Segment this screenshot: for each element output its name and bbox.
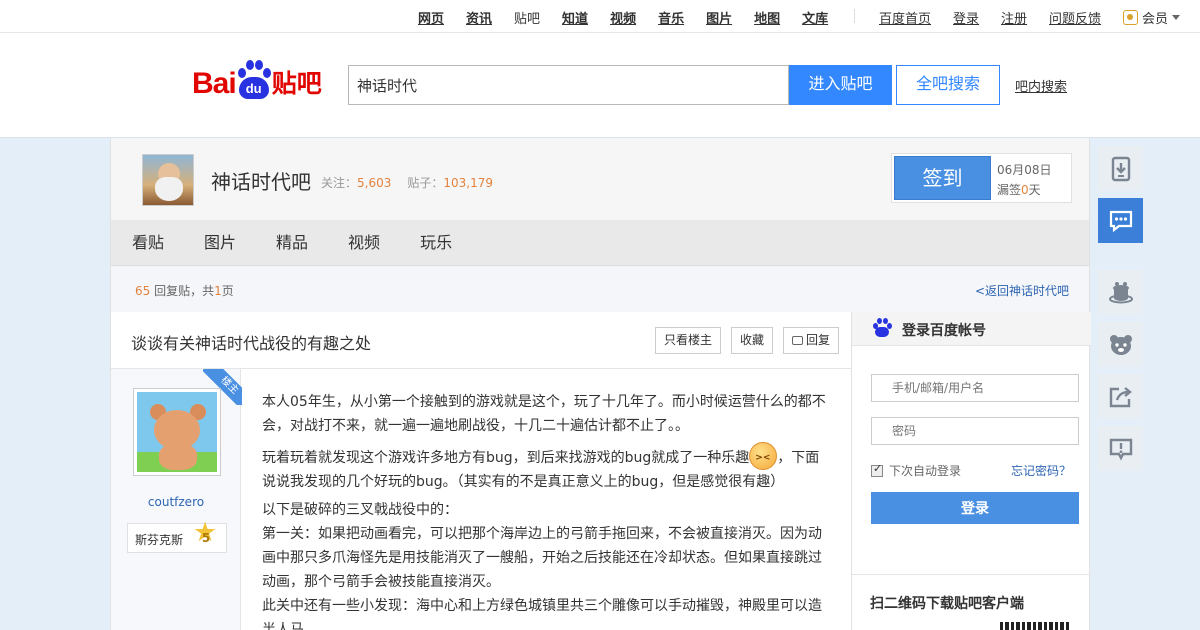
nav-web[interactable]: 网页 xyxy=(418,8,444,27)
forum-header: 神话时代吧 关注：5,603 贴子：103,179 签到 06月08日 漏签0天 xyxy=(110,138,1090,220)
posts-count: 103,179 xyxy=(443,176,494,190)
tab-images[interactable]: 图片 xyxy=(204,220,236,265)
reply-button[interactable]: 回复 xyxy=(783,327,840,354)
chat-bubble-icon xyxy=(1109,210,1132,232)
login-sidebar: 登录百度帐号 下次自动登录 忘记密码？ 登录 扫二维码下载贴吧客户端 xyxy=(851,312,1091,630)
report-icon xyxy=(1109,438,1132,461)
search-input[interactable] xyxy=(348,65,789,105)
forum-avatar[interactable] xyxy=(142,154,194,206)
post-paragraph: 玩着玩着就发现这个游戏许多地方有bug，到后来找游戏的bug就成了一种乐趣，下面… xyxy=(262,442,832,494)
post-main: 谈谈有关神话时代战役的有趣之处 只看楼主 收藏 回复 楼主 coutfzero … xyxy=(110,312,852,630)
missed-sign-days: 漏签0天 xyxy=(997,183,1041,197)
thread-info-bar: 65 回复贴，共1页 <返回神话时代吧 xyxy=(110,266,1090,312)
chat-button[interactable] xyxy=(1098,198,1143,243)
share-icon xyxy=(1109,386,1132,407)
logo-text-bai: Bai xyxy=(192,67,237,100)
baidu-tieba-logo[interactable]: Bai du 贴吧 xyxy=(192,55,322,99)
register-link[interactable]: 注册 xyxy=(1001,8,1027,27)
follow-count: 5,603 xyxy=(357,176,392,190)
forgot-password-link[interactable]: 忘记密码？ xyxy=(1011,462,1071,479)
forum-name[interactable]: 神话时代吧 xyxy=(211,166,311,195)
nav-news[interactable]: 资讯 xyxy=(466,8,492,27)
follow-label: 关注： xyxy=(321,176,358,190)
member-menu[interactable]: 会员 xyxy=(1123,8,1181,27)
post-paragraph: 本人05年生，从小第一个接触到的游戏就是这个，玩了十几年了。而小时候运营什么的都… xyxy=(262,394,826,434)
login-header: 登录百度帐号 xyxy=(852,312,1091,346)
member-icon xyxy=(1123,10,1138,25)
nav-wenku[interactable]: 文库 xyxy=(802,8,828,27)
nav-divider xyxy=(854,9,855,23)
avatar[interactable] xyxy=(133,388,221,476)
forum-stats: 关注：5,603 贴子：103,179 xyxy=(321,174,493,191)
level-badge[interactable]: 斯芬克斯 5 xyxy=(127,522,227,553)
tab-featured[interactable]: 精品 xyxy=(276,220,308,265)
tab-posts[interactable]: 看贴 xyxy=(132,220,164,265)
remember-checkbox[interactable] xyxy=(871,462,883,477)
sign-date: 06月08日 xyxy=(997,163,1052,177)
remember-me[interactable]: 下次自动登录 xyxy=(871,462,961,479)
bear-button[interactable] xyxy=(1098,322,1143,367)
nav-tieba[interactable]: 贴吧 xyxy=(514,8,540,27)
post-title-bar: 谈谈有关神话时代战役的有趣之处 只看楼主 收藏 回复 xyxy=(111,312,852,369)
post-paragraph: 此关中还有一些小发现：海中心和上方绿色城镇里共三个雕像可以手动摧毁，神殿里可以造… xyxy=(262,598,822,630)
member-label: 会员 xyxy=(1142,12,1169,27)
login-button[interactable]: 登录 xyxy=(871,492,1079,524)
top-nav-bar: 网页 资讯 贴吧 知道 视频 音乐 图片 地图 文库 百度首页 登录 注册 问题… xyxy=(0,0,1200,33)
feedback-link[interactable]: 问题反馈 xyxy=(1049,8,1101,27)
posts-label: 贴子： xyxy=(407,176,444,190)
logo-text-tieba: 贴吧 xyxy=(271,69,322,98)
back-to-forum-link[interactable]: <返回神话时代吧 xyxy=(975,282,1069,299)
magic-hat-button[interactable] xyxy=(1098,270,1143,315)
bear-face-icon xyxy=(1109,334,1132,355)
user-links: 百度首页 登录 注册 问题反馈 xyxy=(879,8,1123,27)
login-title: 登录百度帐号 xyxy=(902,323,986,339)
author-username[interactable]: coutfzero xyxy=(111,495,241,509)
qr-download-title: 扫二维码下载贴吧客户端 xyxy=(870,596,1024,612)
search-all-button[interactable]: 全吧搜索 xyxy=(896,65,1000,105)
phone-download-icon xyxy=(1111,156,1130,181)
level-name: 斯芬克斯 xyxy=(135,533,184,547)
enter-tieba-button[interactable]: 进入贴吧 xyxy=(789,65,892,105)
nav-video[interactable]: 视频 xyxy=(610,8,636,27)
favorite-button[interactable]: 收藏 xyxy=(731,327,774,354)
post-content: 本人05年生，从小第一个接触到的游戏就是这个，玩了十几年了。而小时候运营什么的都… xyxy=(262,390,832,630)
only-op-button[interactable]: 只看楼主 xyxy=(655,327,722,354)
nav-zhidao[interactable]: 知道 xyxy=(562,8,588,27)
in-forum-search-link[interactable]: 吧内搜索 xyxy=(1015,76,1067,95)
report-button[interactable] xyxy=(1098,426,1143,471)
remember-label: 下次自动登录 xyxy=(889,464,962,478)
post-paragraph: 以下是破碎的三叉戟战役中的： xyxy=(262,502,458,518)
post-paragraph: 第一关：如果把动画看完，可以把那个海岸边上的弓箭手拖回来，不会被直接消灭。因为动… xyxy=(262,526,822,590)
baidu-home-link[interactable]: 百度首页 xyxy=(879,8,931,27)
author-column: 楼主 coutfzero 斯芬克斯 5 xyxy=(111,369,242,630)
magic-hat-icon xyxy=(1108,281,1133,303)
nav-image[interactable]: 图片 xyxy=(706,8,732,27)
qr-code-icon xyxy=(1000,622,1070,630)
download-app-button[interactable] xyxy=(1098,146,1143,191)
emoji-icon xyxy=(749,442,778,470)
post-title: 谈谈有关神话时代战役的有趣之处 xyxy=(131,334,372,353)
username-input[interactable] xyxy=(871,374,1079,402)
chevron-down-icon xyxy=(1172,15,1181,20)
reply-count-text: 65 回复贴，共1页 xyxy=(135,284,234,298)
nav-map[interactable]: 地图 xyxy=(754,8,780,27)
login-link[interactable]: 登录 xyxy=(953,8,979,27)
search-header: Bai du 贴吧 进入贴吧 全吧搜索 吧内搜索 xyxy=(0,33,1200,138)
tab-fun[interactable]: 玩乐 xyxy=(420,220,452,265)
baidu-paw-icon xyxy=(872,318,892,338)
share-button[interactable] xyxy=(1098,374,1143,419)
password-input[interactable] xyxy=(871,417,1079,445)
product-nav: 网页 资讯 贴吧 知道 视频 音乐 图片 地图 文库 xyxy=(418,8,850,27)
level-star-icon: 5 xyxy=(193,522,217,549)
reply-icon xyxy=(792,336,803,345)
logo-paw-icon: du xyxy=(237,59,271,99)
nav-music[interactable]: 音乐 xyxy=(658,8,684,27)
sign-in-button[interactable]: 签到 xyxy=(894,156,991,200)
divider xyxy=(852,574,1091,575)
forum-tabs: 看贴 图片 精品 视频 玩乐 xyxy=(110,220,1090,266)
tab-videos[interactable]: 视频 xyxy=(348,220,380,265)
sign-in-panel: 签到 06月08日 漏签0天 xyxy=(891,153,1072,203)
